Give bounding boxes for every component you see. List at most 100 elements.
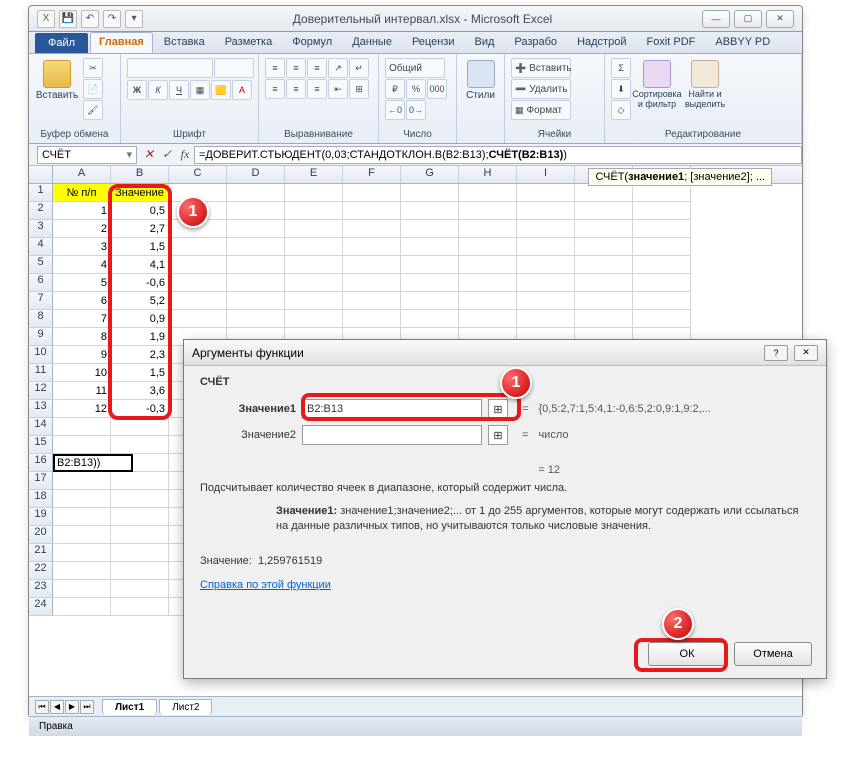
cell[interactable] bbox=[169, 310, 227, 328]
fill-color-icon[interactable]: 🟨 bbox=[211, 80, 231, 100]
align-center-icon[interactable]: ≡ bbox=[286, 79, 306, 99]
close-button[interactable]: ✕ bbox=[766, 10, 794, 28]
comma-icon[interactable]: 000 bbox=[427, 79, 447, 99]
cell[interactable] bbox=[401, 202, 459, 220]
cell[interactable] bbox=[111, 526, 169, 544]
cell[interactable] bbox=[459, 256, 517, 274]
row-header[interactable]: 15 bbox=[29, 436, 53, 454]
redo-icon[interactable]: ↷ bbox=[103, 10, 121, 28]
cell[interactable] bbox=[285, 256, 343, 274]
cell[interactable]: Значение bbox=[111, 184, 169, 202]
sheet-nav-next[interactable]: ▶ bbox=[65, 700, 79, 714]
cell[interactable] bbox=[633, 256, 691, 274]
select-all-corner[interactable] bbox=[29, 166, 53, 183]
cell[interactable] bbox=[459, 274, 517, 292]
cell[interactable] bbox=[575, 238, 633, 256]
cell[interactable]: 0,9 bbox=[111, 310, 169, 328]
cell[interactable] bbox=[575, 274, 633, 292]
align-bot-icon[interactable]: ≡ bbox=[307, 58, 327, 78]
cell[interactable] bbox=[633, 202, 691, 220]
cell[interactable]: 2,3 bbox=[111, 346, 169, 364]
cell[interactable] bbox=[227, 256, 285, 274]
cell[interactable]: 1 bbox=[53, 202, 111, 220]
cell[interactable] bbox=[575, 256, 633, 274]
cell[interactable] bbox=[285, 202, 343, 220]
cell[interactable]: 1,5 bbox=[111, 238, 169, 256]
orient-icon[interactable]: ↗ bbox=[328, 58, 348, 78]
cell[interactable] bbox=[575, 202, 633, 220]
cell[interactable] bbox=[111, 544, 169, 562]
number-format[interactable]: Общий bbox=[385, 58, 445, 78]
editing-cell[interactable]: B2:B13)) bbox=[53, 454, 133, 472]
copy-icon[interactable]: 📄 bbox=[83, 79, 103, 99]
dialog-cancel-button[interactable]: Отмена bbox=[734, 642, 812, 666]
row-header[interactable]: 7 bbox=[29, 292, 53, 310]
cell[interactable] bbox=[133, 454, 169, 472]
autosum-icon[interactable]: Σ bbox=[611, 58, 631, 78]
percent-icon[interactable]: % bbox=[406, 79, 426, 99]
undo-icon[interactable]: ↶ bbox=[81, 10, 99, 28]
cell[interactable] bbox=[459, 184, 517, 202]
cell[interactable] bbox=[53, 526, 111, 544]
cell[interactable] bbox=[343, 184, 401, 202]
cell[interactable]: 8 bbox=[53, 328, 111, 346]
cell[interactable] bbox=[227, 220, 285, 238]
cancel-formula-icon[interactable]: ✕ bbox=[141, 147, 157, 163]
dialog-titlebar[interactable]: Аргументы функции ? ✕ bbox=[184, 340, 826, 366]
row-header[interactable]: 14 bbox=[29, 418, 53, 436]
enter-formula-icon[interactable]: ✓ bbox=[159, 147, 175, 163]
tab-file[interactable]: Файл bbox=[35, 33, 88, 53]
cell[interactable] bbox=[227, 274, 285, 292]
bold-icon[interactable]: Ж bbox=[127, 80, 147, 100]
cell[interactable] bbox=[517, 274, 575, 292]
arg2-range-picker-icon[interactable]: ⊞ bbox=[488, 425, 508, 445]
row-header[interactable]: 5 bbox=[29, 256, 53, 274]
cell[interactable] bbox=[227, 310, 285, 328]
cell[interactable] bbox=[169, 256, 227, 274]
excel-icon[interactable]: X bbox=[37, 10, 55, 28]
tab-data[interactable]: Данные bbox=[343, 32, 401, 53]
cell[interactable] bbox=[53, 472, 111, 490]
row-header[interactable]: 18 bbox=[29, 490, 53, 508]
cells-insert[interactable]: ➕Вставить bbox=[511, 58, 571, 78]
clear-icon[interactable]: ◇ bbox=[611, 100, 631, 120]
cell[interactable]: 6 bbox=[53, 292, 111, 310]
formula-input[interactable]: =ДОВЕРИТ.СТЬЮДЕНТ(0,03;СТАНДОТКЛОН.В(B2:… bbox=[194, 146, 802, 164]
dialog-help-link[interactable]: Справка по этой функции bbox=[200, 579, 331, 591]
row-header[interactable]: 4 bbox=[29, 238, 53, 256]
cell[interactable] bbox=[633, 238, 691, 256]
row-header[interactable]: 20 bbox=[29, 526, 53, 544]
cell[interactable]: 2,7 bbox=[111, 220, 169, 238]
cell[interactable] bbox=[343, 238, 401, 256]
cell[interactable] bbox=[633, 274, 691, 292]
sheet-tab-2[interactable]: Лист2 bbox=[159, 699, 212, 715]
cell[interactable] bbox=[227, 184, 285, 202]
cell[interactable] bbox=[53, 580, 111, 598]
cell[interactable] bbox=[111, 508, 169, 526]
cut-icon[interactable]: ✂ bbox=[83, 58, 103, 78]
maximize-button[interactable]: ▢ bbox=[734, 10, 762, 28]
cell[interactable] bbox=[459, 202, 517, 220]
indent-dec-icon[interactable]: ⇤ bbox=[328, 79, 348, 99]
cell[interactable] bbox=[633, 292, 691, 310]
cell[interactable] bbox=[285, 274, 343, 292]
cell[interactable] bbox=[111, 562, 169, 580]
cell[interactable] bbox=[111, 418, 169, 436]
cell[interactable] bbox=[517, 238, 575, 256]
cell[interactable]: 4 bbox=[53, 256, 111, 274]
cell[interactable]: 5 bbox=[53, 274, 111, 292]
cell[interactable]: 1,5 bbox=[111, 364, 169, 382]
cell[interactable] bbox=[517, 202, 575, 220]
col-header-I[interactable]: I bbox=[517, 166, 575, 183]
row-header[interactable]: 9 bbox=[29, 328, 53, 346]
tab-dev[interactable]: Разрабо bbox=[505, 32, 566, 53]
cell[interactable] bbox=[111, 598, 169, 616]
row-header[interactable]: 3 bbox=[29, 220, 53, 238]
cell[interactable]: 10 bbox=[53, 364, 111, 382]
dialog-close-button[interactable]: ✕ bbox=[794, 345, 818, 361]
cell[interactable] bbox=[343, 256, 401, 274]
cell[interactable] bbox=[517, 220, 575, 238]
cell[interactable]: -0,3 bbox=[111, 400, 169, 418]
tab-layout[interactable]: Разметка bbox=[216, 32, 282, 53]
tab-home[interactable]: Главная bbox=[90, 32, 153, 53]
